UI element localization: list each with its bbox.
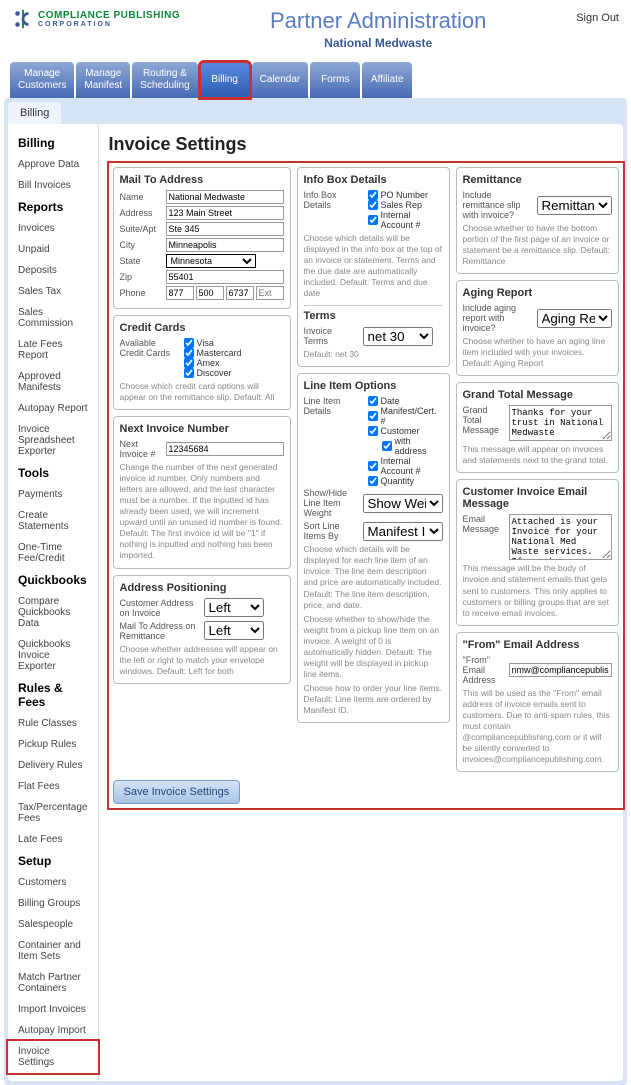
panel-next-invoice: Next Invoice Number Next Invoice # Chang… [113,416,291,568]
logo-text: COMPLIANCE PUBLISHING [38,10,180,21]
mailto-address[interactable] [166,206,284,220]
phone-1[interactable] [166,286,194,300]
nav-manage-manifest[interactable]: ManageManifest [76,62,130,98]
phone-ext[interactable] [256,286,284,300]
sidebar-item-unpaid[interactable]: Unpaid [8,239,98,260]
sidebar-item-tax-percentage-fees[interactable]: Tax/Percentage Fees [8,797,98,829]
panel-aging: Aging Report Include aging report with i… [456,280,619,376]
sidebar-heading: Rules & Fees [8,677,98,713]
signout-link[interactable]: Sign Out [576,8,619,24]
sidebar-item-sales-commission[interactable]: Sales Commission [8,302,98,334]
aging-select[interactable]: Aging Repo [537,309,612,328]
panel-address-pos: Address Positioning Customer Address on … [113,575,291,684]
checkbox-internal-account-[interactable]: Internal Account # [368,456,443,476]
nav-billing[interactable]: Billing [200,62,250,98]
sidebar-item-sales-tax[interactable]: Sales Tax [8,281,98,302]
sidebar-item-pickup-rules[interactable]: Pickup Rules [8,734,98,755]
cust-addr-pos[interactable]: Left [204,598,264,617]
mailto-zip[interactable] [166,270,284,284]
email-textarea[interactable]: Attached is your Invoice for your Nation… [509,514,612,560]
mailto-addr-pos[interactable]: Left [204,621,264,640]
sidebar-item-billing-groups[interactable]: Billing Groups [8,893,98,914]
panel-mailto: Mail To Address Name Address Suite/Apt C… [113,167,291,309]
sidebar-item-invoices[interactable]: Invoices [8,218,98,239]
sidebar-heading: Reports [8,196,98,218]
sidebar-item-import-invoices[interactable]: Import Invoices [8,999,98,1020]
panel-infobox: Info Box Details Info Box Details PO Num… [297,167,450,367]
sidebar-item-match-partner-containers[interactable]: Match Partner Containers [8,967,98,999]
logo-icon [12,8,34,30]
checkbox-quantity[interactable]: Quantity [368,476,443,486]
panel-gtm: Grand Total Message Grand Total MessageT… [456,382,619,473]
logo-subtext: CORPORATION [38,21,180,28]
sidebar-item-deposits[interactable]: Deposits [8,260,98,281]
sidebar-item-salespeople[interactable]: Salespeople [8,914,98,935]
sidebar-item-late-fees[interactable]: Late Fees [8,829,98,850]
mailto-name[interactable] [166,190,284,204]
sidebar-item-flat-fees[interactable]: Flat Fees [8,776,98,797]
page-title: Partner Administration [180,8,576,34]
gtm-textarea[interactable]: Thanks for your trust in National Medwas… [509,405,612,441]
sidebar-item-invoice-settings[interactable]: Invoice Settings [8,1041,98,1073]
checkbox-internal-account-[interactable]: Internal Account # [368,210,443,230]
nav-affiliate[interactable]: Affiliate [362,62,412,98]
panel-remittance: Remittance Include remittance slip with … [456,167,619,274]
remittance-select[interactable]: Remittance [537,196,612,215]
sidebar-item-customers[interactable]: Customers [8,872,98,893]
checkbox-discover[interactable]: Discover [184,368,242,378]
checkbox-po-number[interactable]: PO Number [368,190,443,200]
sidebar-item-invoice-spreadsheet-exporter[interactable]: Invoice Spreadsheet Exporter [8,419,98,462]
panel-credit-cards: Credit Cards Available Credit Cards Visa… [113,315,291,410]
mailto-city[interactable] [166,238,284,252]
from-email-input[interactable] [509,663,612,677]
checkbox-date[interactable]: Date [368,396,443,406]
invoice-terms[interactable]: net 30 [363,327,433,346]
sidebar-item-delivery-rules[interactable]: Delivery Rules [8,755,98,776]
checkbox-visa[interactable]: Visa [184,338,242,348]
mailto-state[interactable]: Minnesota [166,254,256,268]
logo: COMPLIANCE PUBLISHING CORPORATION [12,8,180,30]
sidebar-item-one-time-fee-credit[interactable]: One-Time Fee/Credit [8,537,98,569]
checkbox-amex[interactable]: Amex [184,358,242,368]
sidebar-heading: Billing [8,132,98,154]
phone-3[interactable] [226,286,254,300]
save-button[interactable]: Save Invoice Settings [113,780,241,804]
sidebar-item-payments[interactable]: Payments [8,484,98,505]
phone-2[interactable] [196,286,224,300]
sidebar-item-approved-manifests[interactable]: Approved Manifests [8,366,98,398]
nav-forms[interactable]: Forms [310,62,360,98]
nav-manage-customers[interactable]: ManageCustomers [10,62,74,98]
show-weight[interactable]: Show Weig [363,494,443,513]
sidebar-item-quickbooks-invoice-exporter[interactable]: Quickbooks Invoice Exporter [8,634,98,677]
panel-from-email: "From" Email Address "From" Email Addres… [456,632,619,772]
sidebar-item-compare-quickbooks-data[interactable]: Compare Quickbooks Data [8,591,98,634]
sidebar-heading: Setup [8,850,98,872]
checkbox-manifest-cert-[interactable]: Manifest/Cert. # [368,406,443,426]
sort-by[interactable]: Manifest ID [363,522,443,541]
checkbox-sales-rep[interactable]: Sales Rep [368,200,443,210]
sidebar-heading: Tools [8,462,98,484]
sidebar-item-autopay-import[interactable]: Autopay Import [8,1020,98,1041]
tab-billing[interactable]: Billing [8,102,61,124]
nav-routing-scheduling[interactable]: Routing &Scheduling [132,62,197,98]
sidebar-item-approve-data[interactable]: Approve Data [8,154,98,175]
content-heading: Invoice Settings [109,134,623,155]
mailto-suite[interactable] [166,222,284,236]
sidebar-item-autopay-report[interactable]: Autopay Report [8,398,98,419]
sidebar-item-rule-classes[interactable]: Rule Classes [8,713,98,734]
page-subtitle: National Medwaste [180,36,576,50]
sidebar-item-bill-invoices[interactable]: Bill Invoices [8,175,98,196]
sidebar-item-container-and-item-sets[interactable]: Container and Item Sets [8,935,98,967]
sidebar-item-create-statements[interactable]: Create Statements [8,505,98,537]
sidebar-heading: Quickbooks [8,569,98,591]
checkbox-with-address[interactable]: with address [382,436,443,456]
panel-email: Customer Invoice Email Message Email Mes… [456,479,619,625]
panel-lineitem: Line Item Options Line Item Details Date… [297,373,450,723]
checkbox-customer[interactable]: Customer [368,426,443,436]
checkbox-mastercard[interactable]: Mastercard [184,348,242,358]
sidebar-item-late-fees-report[interactable]: Late Fees Report [8,334,98,366]
next-invoice-input[interactable] [166,442,284,456]
nav-calendar[interactable]: Calendar [252,62,309,98]
